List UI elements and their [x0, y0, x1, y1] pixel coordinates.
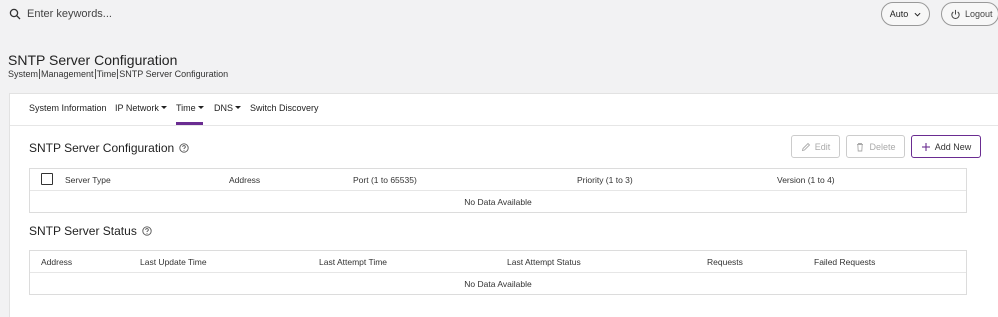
auto-dropdown-button[interactable]: Auto [881, 2, 930, 26]
column-header[interactable]: Failed Requests [814, 257, 875, 267]
search-icon [9, 8, 21, 20]
help-icon[interactable] [179, 143, 189, 153]
empty-state-text: No Data Available [464, 278, 532, 289]
tab-bar: System Information IP Network Time DNS S… [10, 94, 998, 126]
page-title: SNTP Server Configuration [8, 52, 178, 68]
column-header[interactable]: Address [41, 257, 72, 267]
tab-time[interactable]: Time [176, 103, 204, 113]
breadcrumb-separator [117, 69, 119, 79]
select-all-checkbox[interactable] [41, 173, 53, 185]
breadcrumb-item-system[interactable]: System [8, 69, 38, 79]
breadcrumb-separator [94, 69, 96, 79]
column-header[interactable]: Last Attempt Status [507, 257, 581, 267]
tab-dns[interactable]: DNS [214, 103, 242, 113]
status-section-title: SNTP Server Status [29, 224, 152, 238]
content-card: System Information IP Network Time DNS S… [9, 93, 998, 317]
plus-icon [921, 142, 930, 151]
edit-label: Edit [814, 141, 831, 152]
breadcrumb-item-management[interactable]: Management [41, 69, 94, 79]
delete-label: Delete [869, 141, 896, 152]
column-header[interactable]: Server Type [65, 175, 111, 185]
tab-label: System Information [29, 103, 107, 113]
logout-label: Logout [965, 9, 993, 19]
tab-label: DNS [214, 103, 234, 113]
chevron-down-icon [914, 12, 921, 17]
delete-button[interactable]: Delete [846, 135, 905, 158]
logout-button[interactable]: Logout [941, 2, 998, 26]
breadcrumb-item-time[interactable]: Time [97, 69, 117, 79]
tab-label: Switch Discovery [250, 103, 319, 113]
status-section-title-text: SNTP Server Status [29, 224, 137, 238]
tab-label: IP Network [115, 103, 159, 113]
tab-system-information[interactable]: System Information [29, 103, 107, 113]
trash-icon [857, 142, 864, 151]
top-bar: Auto Logout [0, 0, 998, 30]
caret-down-icon [160, 106, 167, 110]
empty-state-text: No Data Available [464, 196, 532, 207]
tab-switch-discovery[interactable]: Switch Discovery [250, 103, 319, 113]
edit-button[interactable]: Edit [791, 135, 840, 158]
column-header[interactable]: Last Attempt Time [319, 257, 387, 267]
config-section-title-text: SNTP Server Configuration [29, 141, 175, 155]
column-header[interactable]: Port (1 to 65535) [353, 175, 417, 185]
config-table: Server Type Address Port (1 to 65535) Pr… [29, 168, 967, 213]
column-header[interactable]: Requests [707, 257, 743, 267]
search-input[interactable] [27, 5, 427, 23]
config-section-title: SNTP Server Configuration [29, 141, 189, 155]
caret-down-icon [235, 106, 242, 110]
status-table: Address Last Update Time Last Attempt Ti… [29, 250, 967, 295]
config-table-header: Server Type Address Port (1 to 65535) Pr… [30, 169, 966, 191]
column-header[interactable]: Last Update Time [140, 257, 207, 267]
power-icon [951, 9, 960, 19]
tab-ip-network[interactable]: IP Network [115, 103, 167, 113]
caret-down-icon [197, 106, 204, 110]
column-header[interactable]: Version (1 to 4) [777, 175, 835, 185]
pencil-icon [801, 142, 810, 151]
add-new-button[interactable]: Add New [911, 135, 981, 158]
breadcrumb: System Management Time SNTP Server Confi… [8, 69, 228, 79]
active-tab-indicator [176, 122, 203, 125]
breadcrumb-separator [39, 69, 41, 79]
add-new-label: Add New [934, 141, 972, 152]
help-icon[interactable] [142, 226, 152, 236]
column-header[interactable]: Priority (1 to 3) [577, 175, 633, 185]
status-table-header: Address Last Update Time Last Attempt Ti… [30, 251, 966, 273]
breadcrumb-item-current: SNTP Server Configuration [119, 69, 229, 79]
column-header[interactable]: Address [229, 175, 260, 185]
auto-label: Auto [889, 9, 909, 19]
tab-label: Time [176, 103, 196, 113]
